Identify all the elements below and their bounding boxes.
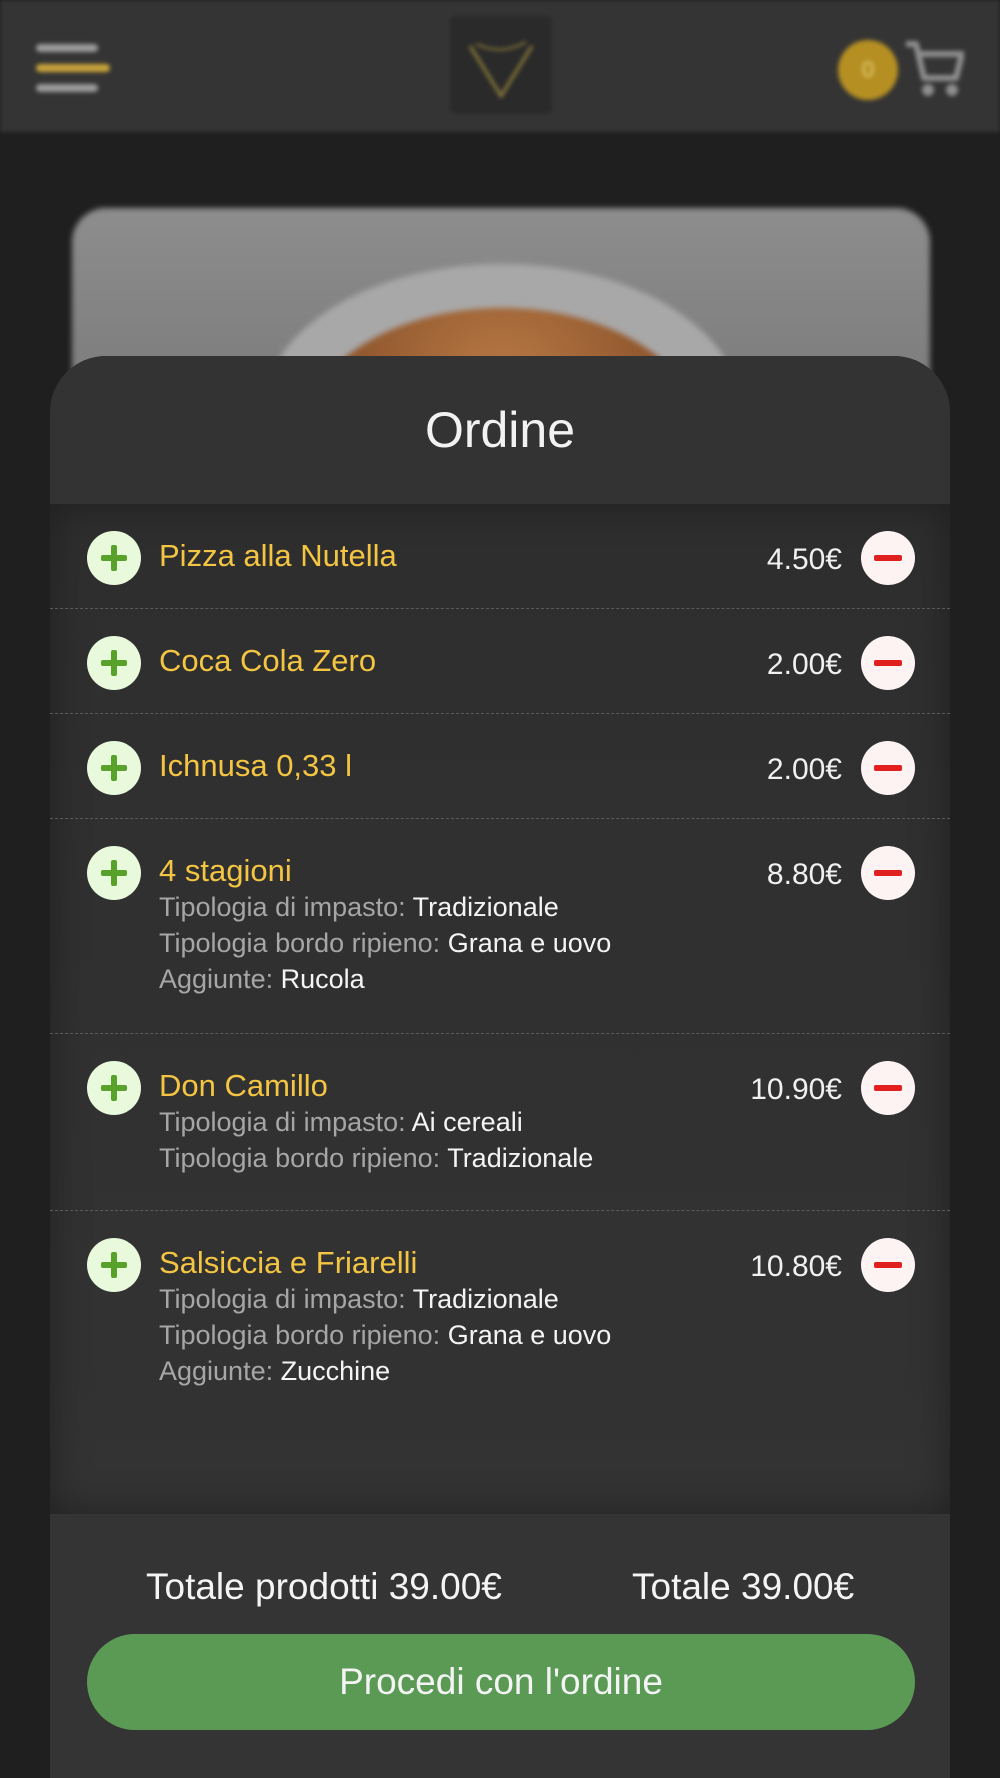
order-item-option: Tipologia bordo ripieno: Grana e uovo xyxy=(159,1317,780,1353)
option-label: Tipologia bordo ripieno: xyxy=(159,928,441,958)
option-value: Tradizionale xyxy=(447,1143,594,1173)
minus-icon xyxy=(874,555,902,561)
order-item-name: Pizza alla Nutella xyxy=(159,538,397,573)
increase-quantity-button[interactable] xyxy=(87,1238,141,1292)
option-label: Tipologia bordo ripieno: xyxy=(159,1143,441,1173)
increase-quantity-button[interactable] xyxy=(87,531,141,585)
order-item-name: Salsiccia e Friarelli xyxy=(159,1245,418,1280)
increase-quantity-button[interactable] xyxy=(87,741,141,795)
minus-icon xyxy=(874,660,902,666)
decrease-quantity-button[interactable] xyxy=(861,531,915,585)
option-label: Tipologia di impasto: xyxy=(159,892,406,922)
option-label: Tipologia di impasto: xyxy=(159,1107,406,1137)
order-item-name: Don Camillo xyxy=(159,1068,328,1103)
minus-icon xyxy=(874,765,902,771)
order-item-price: 10.80€ xyxy=(750,1250,842,1283)
order-item: Pizza alla Nutella 4.50€ xyxy=(50,504,950,609)
proceed-order-button[interactable]: Procedi con l'ordine xyxy=(87,1634,915,1730)
order-item-name: Coca Cola Zero xyxy=(159,643,377,678)
order-item-name: 4 stagioni xyxy=(159,853,292,888)
order-item: 4 stagioni Tipologia di impasto: Tradizio… xyxy=(50,819,950,1034)
order-sheet: Ordine Pizza alla Nutella 4.50€ Coca Cola … xyxy=(50,356,950,1778)
increase-quantity-button[interactable] xyxy=(87,636,141,690)
plus-icon xyxy=(101,545,127,571)
order-item: Salsiccia e Friarelli Tipologia di impast… xyxy=(50,1211,950,1389)
order-item: Don Camillo Tipologia di impasto: Ai cere… xyxy=(50,1034,950,1211)
decrease-quantity-button[interactable] xyxy=(861,1061,915,1115)
app-header: 0 xyxy=(0,0,1000,132)
cart-icon[interactable] xyxy=(904,36,965,100)
order-item-name: Ichnusa 0,33 l xyxy=(159,748,353,783)
option-label: Aggiunte: xyxy=(159,964,274,994)
minus-icon xyxy=(874,1085,902,1091)
restaurant-logo xyxy=(450,16,552,114)
order-item-price: 8.80€ xyxy=(766,858,842,891)
cart-count-badge: 0 xyxy=(838,40,898,100)
order-total: Totale 39.00€ xyxy=(632,1566,855,1607)
order-footer: Totale prodotti 39.00€ Totale 39.00€ Pro… xyxy=(50,1514,950,1778)
sheet-title: Ordine xyxy=(50,356,950,504)
order-item-price: 10.90€ xyxy=(750,1073,842,1106)
option-label: Tipologia di impasto: xyxy=(159,1284,406,1314)
menu-icon[interactable] xyxy=(36,44,110,94)
decrease-quantity-button[interactable] xyxy=(861,846,915,900)
order-item-option: Tipologia bordo ripieno: Tradizionale xyxy=(159,1140,780,1176)
products-total: Totale prodotti 39.00€ xyxy=(146,1566,502,1607)
option-value: Tradizionale xyxy=(412,1284,559,1314)
order-item-price: 2.00€ xyxy=(766,753,842,786)
order-item: Ichnusa 0,33 l 2.00€ xyxy=(50,714,950,819)
option-value: Tradizionale xyxy=(412,892,559,922)
decrease-quantity-button[interactable] xyxy=(861,636,915,690)
order-item-details: Salsiccia e Friarelli Tipologia di impast… xyxy=(50,1211,950,1389)
order-item-option: Tipologia bordo ripieno: Grana e uovo xyxy=(159,925,780,961)
option-value: Zucchine xyxy=(280,1356,391,1386)
plus-icon xyxy=(101,860,127,886)
option-value: Ai cereali xyxy=(411,1107,523,1137)
option-value: Grana e uovo xyxy=(447,928,612,958)
plus-icon xyxy=(101,1075,127,1101)
plus-icon xyxy=(101,1252,127,1278)
order-item-option: Tipologia di impasto: Tradizionale xyxy=(159,1281,780,1317)
order-item-option: Tipologia di impasto: Tradizionale xyxy=(159,889,780,925)
order-item-price: 2.00€ xyxy=(766,648,842,681)
order-item-details: 4 stagioni Tipologia di impasto: Tradizio… xyxy=(50,819,950,997)
order-item-option: Tipologia di impasto: Ai cereali xyxy=(159,1104,780,1140)
order-item: Coca Cola Zero 2.00€ xyxy=(50,609,950,714)
order-item-price: 4.50€ xyxy=(766,543,842,576)
minus-icon xyxy=(874,870,902,876)
option-value: Grana e uovo xyxy=(447,1320,612,1350)
decrease-quantity-button[interactable] xyxy=(861,741,915,795)
minus-icon xyxy=(874,1262,902,1268)
plus-icon xyxy=(101,650,127,676)
decrease-quantity-button[interactable] xyxy=(861,1238,915,1292)
plus-icon xyxy=(101,755,127,781)
increase-quantity-button[interactable] xyxy=(87,846,141,900)
option-label: Tipologia bordo ripieno: xyxy=(159,1320,441,1350)
option-label: Aggiunte: xyxy=(159,1356,274,1386)
order-items-list: Pizza alla Nutella 4.50€ Coca Cola Zero 2.0… xyxy=(50,504,950,1514)
increase-quantity-button[interactable] xyxy=(87,1061,141,1115)
order-item-option: Aggiunte: Zucchine xyxy=(159,1353,780,1389)
order-item-option: Aggiunte: Rucola xyxy=(159,961,780,997)
option-value: Rucola xyxy=(280,964,365,994)
